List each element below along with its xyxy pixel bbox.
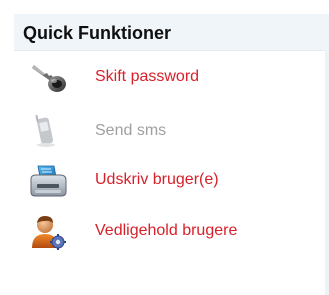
key-icon	[28, 60, 68, 96]
change-password-link[interactable]: Skift password	[14, 56, 319, 100]
maintain-users-link[interactable]: Vedligehold brugere	[14, 210, 319, 254]
change-password-label: Skift password	[95, 68, 200, 85]
mobile-phone-icon	[28, 114, 68, 150]
print-users-link[interactable]: Udskriv bruger(e)	[14, 159, 319, 203]
send-sms-label: Send sms	[95, 122, 167, 139]
print-users-label: Udskriv bruger(e)	[95, 171, 219, 188]
panel-title: Quick Funktioner	[23, 23, 172, 43]
user-settings-icon	[28, 214, 68, 250]
printer-icon	[28, 163, 68, 199]
maintain-users-label: Vedligehold brugere	[95, 222, 238, 239]
panel-edge	[325, 50, 329, 295]
panel-header: Quick Funktioner	[14, 14, 329, 51]
send-sms-link: Send sms	[14, 110, 319, 154]
quick-functions-panel: Quick Funktioner Skift password Send sms…	[14, 14, 329, 295]
